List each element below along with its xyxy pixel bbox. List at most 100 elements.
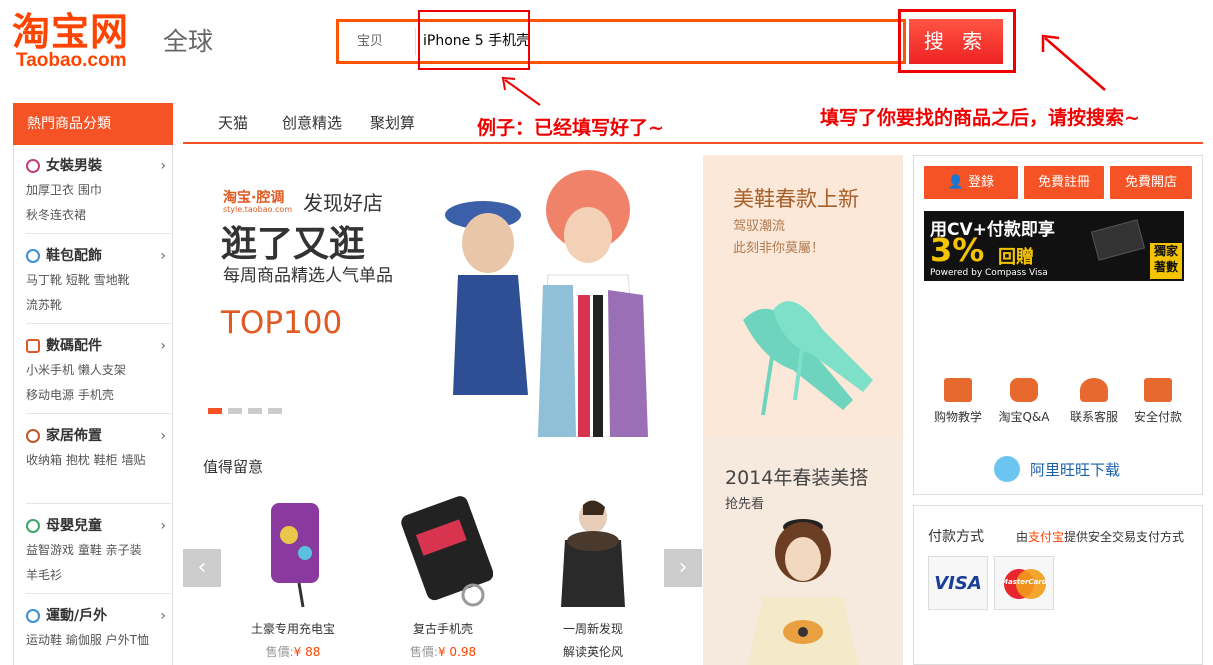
chevron-right-icon: › [160, 338, 166, 354]
category-title: 運動/戶外 [46, 608, 108, 624]
service-shopping-guide[interactable]: 购物教学 [928, 378, 988, 425]
spring-promo[interactable]: 2014年春装美搭 抢先看 [703, 437, 903, 665]
category-sub-links[interactable]: 秋冬连衣裙 [26, 203, 166, 227]
chevron-right-icon: › [160, 428, 166, 444]
banner-headline: 逛了又逛 [221, 224, 366, 265]
banner-brand: 淘宝·腔调 [223, 190, 285, 206]
product-name: 一周新发现 [562, 622, 623, 636]
product-card[interactable]: 土豪专用充电宝 售價:¥ 88 [238, 495, 348, 660]
category-header: 熱門商品分類 [13, 103, 173, 145]
category-sub-links[interactable]: 加厚卫衣 围巾 [26, 177, 166, 203]
category-sports[interactable]: 運動/戶外 › 运动鞋 瑜伽服 户外T恤 [26, 605, 166, 653]
main-banner[interactable]: 淘宝·腔调 style.taobao.com 发现好店 逛了又逛 每周商品精选人… [183, 155, 703, 437]
chevron-right-icon: › [160, 608, 166, 624]
category-title: 數碼配件 [46, 338, 102, 354]
category-sidebar: 女裝男裝 › 加厚卫衣 围巾 秋冬连衣裙 鞋包配飾 › 马丁靴 短靴 雪地靴 流苏靴… [13, 145, 173, 665]
category-baby[interactable]: 母嬰兒童 › 益智游戏 童鞋 亲子装 羊毛衫 [26, 515, 166, 587]
shoe-promo[interactable]: 美鞋春款上新 驾驭潮流 此刻非你莫屬！ [703, 155, 903, 437]
category-shoes-bags[interactable]: 鞋包配飾 › 马丁靴 短靴 雪地靴 流苏靴 [26, 245, 166, 317]
category-sub-links[interactable]: 运动鞋 瑜伽服 户外T恤 [26, 627, 166, 653]
login-button[interactable]: 👤 登錄 [924, 166, 1018, 199]
account-panel: 👤 登錄 免費註冊 免費開店 用CV+付款即享 3% 回贈 Powered by… [913, 155, 1203, 495]
banner-brand-url: style.taobao.com [223, 205, 293, 214]
chevron-right-icon: › [160, 248, 166, 264]
region-label: 全球 [163, 27, 214, 56]
category-sub-links[interactable]: 收纳箱 抱枕 鞋柜 墙贴 [26, 447, 166, 473]
shoe-promo-title: 美鞋春款上新 [733, 187, 859, 211]
service-support[interactable]: 联系客服 [1064, 378, 1124, 425]
category-sub-links[interactable]: 益智游戏 童鞋 亲子装 [26, 537, 166, 563]
carousel-dot[interactable] [268, 408, 282, 414]
british-style-image [561, 500, 625, 607]
product-price: 售價:¥ 88 [265, 645, 321, 659]
visa-logo: VISA [928, 556, 988, 610]
service-qa[interactable]: 淘宝Q&A [994, 378, 1054, 425]
open-shop-button[interactable]: 免費開店 [1110, 166, 1192, 199]
payment-panel: 付款方式 由支付宝提供安全交易支付方式 VISA MasterCard [913, 505, 1203, 665]
phone-icon [26, 339, 40, 353]
category-digital[interactable]: 數碼配件 › 小米手机 懒人支架 移动电源 手机壳 [26, 335, 166, 407]
product-price: 售價:¥ 0.98 [409, 645, 477, 659]
phone-case-image [401, 496, 494, 607]
sports-icon [26, 609, 40, 623]
divider [26, 503, 171, 504]
support-agent-icon [1080, 378, 1108, 402]
baby-icon [26, 519, 40, 533]
taobao-logo-sub[interactable]: Taobao.com [16, 50, 127, 72]
cv-promo-powered: Powered by Compass Visa [930, 268, 1048, 278]
category-sub-links[interactable]: 羊毛衫 [26, 563, 166, 587]
carousel-dot[interactable] [228, 408, 242, 414]
product-card[interactable]: 复古手机壳 售價:¥ 0.98 [388, 495, 498, 660]
category-title: 家居佈置 [46, 428, 102, 444]
category-title: 女裝男裝 [46, 158, 102, 174]
product-subtitle: 解读英伦风 [562, 645, 623, 659]
service-secure-pay[interactable]: 安全付款 [1128, 378, 1188, 425]
product-card[interactable]: 一周新发现 解读英伦风 [538, 495, 648, 660]
nav-juhuasuan[interactable]: 聚划算 [370, 112, 415, 133]
search-type-selector[interactable]: 宝贝 [343, 22, 413, 61]
category-title: 鞋包配飾 [46, 248, 102, 264]
wangwang-label: 阿里旺旺下载 [1030, 460, 1121, 479]
taobao-logo[interactable]: 淘宝网 [12, 10, 129, 54]
product-name: 复古手机壳 [412, 622, 473, 636]
shoe-promo-line2: 此刻非你莫屬！ [733, 241, 825, 256]
product-name: 土豪专用充电宝 [250, 622, 335, 636]
carousel-dot[interactable] [248, 408, 262, 414]
divider [26, 323, 171, 324]
banner-tagline: 发现好店 [303, 191, 383, 215]
register-button[interactable]: 免費註冊 [1024, 166, 1104, 199]
chat-bubble-icon [1010, 378, 1038, 402]
annotation-input-highlight [418, 10, 530, 70]
category-home[interactable]: 家居佈置 › 收纳箱 抱枕 鞋柜 墙贴 [26, 425, 166, 473]
category-women-men[interactable]: 女裝男裝 › 加厚卫衣 围巾 秋冬连衣裙 [26, 155, 166, 227]
search-divider [415, 28, 416, 55]
secure-lock-icon [1144, 378, 1172, 402]
nav-underline [183, 142, 1203, 144]
cv-promo-banner[interactable]: 用CV+付款即享 3% 回贈 Powered by Compass Visa 獨… [924, 211, 1184, 281]
home-icon [26, 429, 40, 443]
divider [26, 233, 171, 234]
shoe-promo-line1: 驾驭潮流 [733, 219, 786, 234]
nav-creative[interactable]: 创意精选 [282, 112, 342, 133]
shoe-icon [26, 249, 40, 263]
payment-title: 付款方式 [928, 529, 984, 545]
clothing-icon [26, 159, 40, 173]
spring-model-image [748, 519, 858, 665]
spring-promo-title: 2014年春装美搭 [725, 467, 869, 489]
carousel-next-button[interactable]: › [664, 549, 702, 587]
book-icon [944, 378, 972, 402]
category-sub-links[interactable]: 流苏靴 [26, 293, 166, 317]
banner-subline: 每周商品精选人气单品 [223, 266, 393, 286]
user-icon: 👤 [947, 175, 969, 190]
high-heels-image [743, 301, 873, 416]
nav-tmall[interactable]: 天猫 [218, 112, 248, 133]
category-sub-links[interactable]: 小米手机 懒人支架 [26, 357, 166, 383]
carousel-dot-active[interactable] [208, 408, 222, 414]
category-sub-links[interactable]: 移动电源 手机壳 [26, 383, 166, 407]
chevron-right-icon: › [160, 158, 166, 174]
category-sub-links[interactable]: 马丁靴 短靴 雪地靴 [26, 267, 166, 293]
category-title: 母嬰兒童 [46, 518, 102, 534]
cv-promo-rebate: 回贈 [998, 247, 1034, 268]
carousel-prev-button[interactable]: ‹ [183, 549, 221, 587]
wangwang-download[interactable]: 阿里旺旺下载 [994, 456, 1120, 482]
